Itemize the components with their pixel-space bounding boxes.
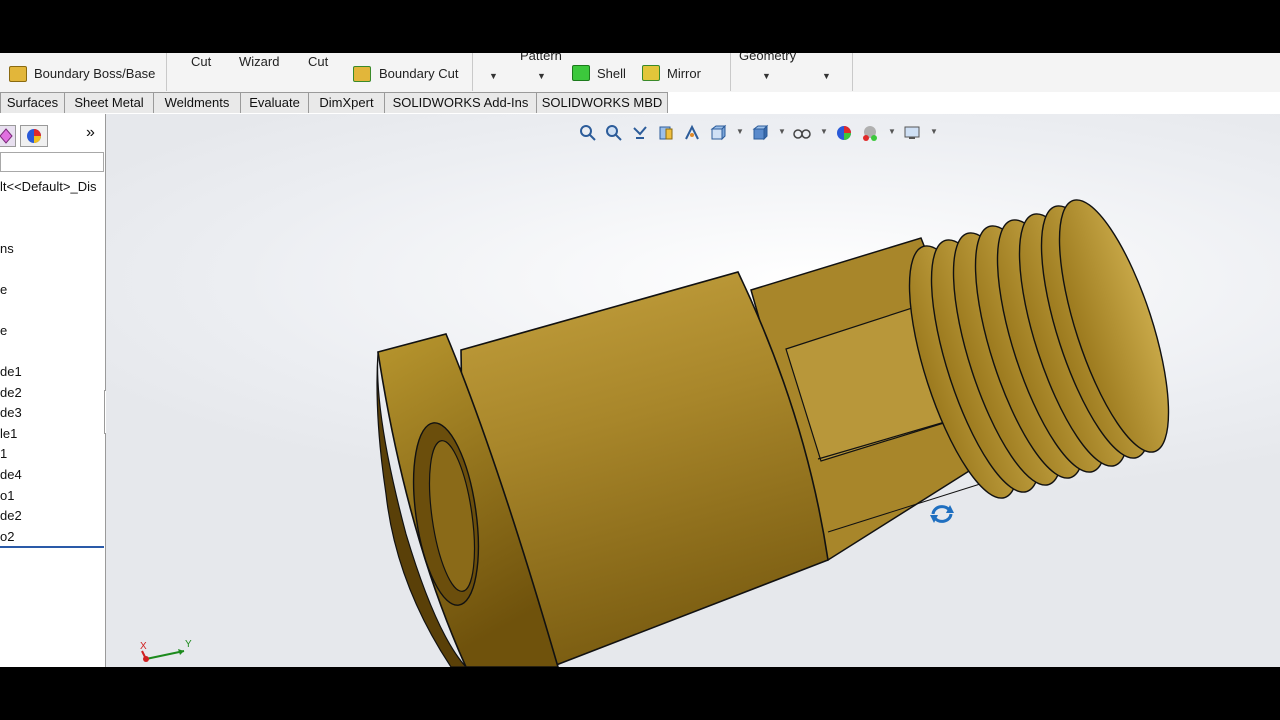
tab-surfaces[interactable]: Surfaces xyxy=(0,92,65,113)
feature-manager-panel: » lt<<Default>_Dis ns e e de1 de2 de3 le… xyxy=(0,114,106,667)
chevron-down-icon[interactable]: ▼ xyxy=(822,71,831,81)
revolved-cut-label[interactable]: Cut xyxy=(308,54,328,69)
bottom-letterbox xyxy=(0,667,1280,720)
panel-tab-strip: » xyxy=(0,123,104,147)
shell-button[interactable]: Shell xyxy=(597,66,626,81)
tree-item[interactable]: de1 xyxy=(0,364,22,379)
extruded-cut-label[interactable]: Cut xyxy=(191,54,211,69)
tree-item[interactable]: le1 xyxy=(0,426,17,441)
tab-solidworks-add-ins[interactable]: SOLIDWORKS Add-Ins xyxy=(384,92,537,113)
tree-item[interactable]: e xyxy=(0,282,7,297)
boundary-boss-base-button[interactable]: Boundary Boss/Base xyxy=(34,66,155,81)
tree-item[interactable]: 1 xyxy=(0,446,7,461)
appearance-manager-tab[interactable] xyxy=(20,125,48,147)
diamond-icon xyxy=(0,128,13,144)
tree-item[interactable]: ns xyxy=(0,241,14,256)
chevron-down-icon[interactable]: ▼ xyxy=(489,71,498,81)
boundary-boss-icon[interactable] xyxy=(9,66,27,82)
boundary-cut-button[interactable]: Boundary Cut xyxy=(379,66,459,81)
ribbon-separator xyxy=(852,53,853,91)
command-manager-tabs: Surfaces Sheet Metal Weldments Evaluate … xyxy=(0,92,1280,114)
reference-geometry-label[interactable]: Geometry xyxy=(739,53,796,63)
appearance-pie-icon xyxy=(27,129,41,143)
command-manager-ribbon: Boundary Boss/Base Cut Wizard Cut Bounda… xyxy=(0,53,1280,93)
tab-sheet-metal[interactable]: Sheet Metal xyxy=(64,92,154,113)
shell-icon[interactable] xyxy=(572,65,590,81)
graphics-area[interactable]: ▼ ▼ ▼ ▼ ▼ X Y xyxy=(106,114,1280,667)
axis-y-label: Y xyxy=(185,639,192,650)
tree-item[interactable]: de2 xyxy=(0,385,22,400)
ribbon-separator xyxy=(730,53,731,91)
tree-item[interactable]: de2 xyxy=(0,508,22,523)
tree-item[interactable]: e xyxy=(0,323,7,338)
top-letterbox xyxy=(0,0,1280,53)
rollback-bar[interactable] xyxy=(0,546,104,548)
feature-tree-filter-input[interactable] xyxy=(0,152,104,172)
ribbon-separator xyxy=(472,53,473,91)
tree-item[interactable]: de4 xyxy=(0,467,22,482)
hole-wizard-label[interactable]: Wizard xyxy=(239,54,279,69)
tab-evaluate[interactable]: Evaluate xyxy=(240,92,309,113)
ribbon-separator xyxy=(166,53,167,91)
rotate-view-cursor-icon xyxy=(930,505,954,523)
tab-solidworks-mbd[interactable]: SOLIDWORKS MBD xyxy=(536,92,668,113)
chevron-down-icon[interactable]: ▼ xyxy=(537,71,546,81)
mirror-icon[interactable] xyxy=(642,65,660,81)
reference-triad: X Y xyxy=(138,639,198,667)
tab-weldments[interactable]: Weldments xyxy=(153,92,241,113)
expand-panel-icon[interactable]: » xyxy=(86,124,95,142)
configuration-row[interactable]: lt<<Default>_Dis xyxy=(0,179,96,194)
chevron-down-icon[interactable]: ▼ xyxy=(762,71,771,81)
axis-x-label: X xyxy=(140,641,147,652)
boundary-cut-icon[interactable] xyxy=(353,66,371,82)
tree-item[interactable]: o1 xyxy=(0,488,14,503)
pattern-label[interactable]: Pattern xyxy=(520,53,562,63)
config-manager-tab[interactable] xyxy=(0,125,16,147)
tree-item[interactable]: de3 xyxy=(0,405,22,420)
mirror-button[interactable]: Mirror xyxy=(667,66,701,81)
tab-dimxpert[interactable]: DimXpert xyxy=(308,92,385,113)
brass-fitting-model[interactable] xyxy=(106,114,1280,667)
tree-item[interactable]: o2 xyxy=(0,529,14,544)
